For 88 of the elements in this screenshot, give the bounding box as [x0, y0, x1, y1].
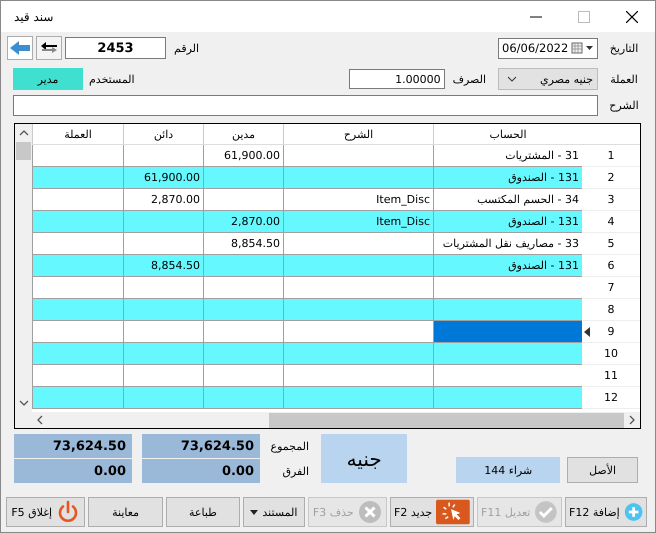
- rate-label: الصرف: [452, 72, 486, 86]
- plus-icon: [624, 500, 643, 524]
- table-cell[interactable]: [123, 299, 203, 321]
- action-button[interactable]: معاينة: [88, 497, 163, 527]
- chevron-down-icon: [507, 76, 517, 82]
- scroll-left-icon[interactable]: [36, 415, 44, 425]
- user-badge: مدير: [13, 68, 83, 90]
- table-cell[interactable]: [203, 387, 283, 409]
- scroll-right-icon[interactable]: [628, 415, 636, 425]
- column-header[interactable]: مدين: [203, 124, 283, 144]
- left-arrow-icon: [9, 40, 31, 56]
- table-cell[interactable]: 131 - الصندوق: [433, 167, 582, 189]
- row-number: 11: [582, 365, 640, 387]
- double-arrow-icon: [39, 41, 59, 55]
- swap-button[interactable]: [36, 36, 62, 60]
- scroll-thumb[interactable]: [16, 142, 31, 160]
- table-cell[interactable]: [123, 343, 203, 365]
- window-title: سند قيد: [14, 10, 54, 24]
- table-cell[interactable]: [203, 299, 283, 321]
- table-cell[interactable]: [433, 343, 582, 365]
- table-cell[interactable]: Item_Disc: [283, 211, 433, 233]
- table-cell[interactable]: [283, 167, 433, 189]
- new-button[interactable]: جديد F2: [390, 497, 474, 527]
- total-amount: 73,624.50: [14, 434, 132, 458]
- power-icon: [56, 500, 80, 524]
- total-amount: 0.00: [14, 459, 132, 483]
- number-label: الرقم: [174, 42, 200, 54]
- table-cell[interactable]: [283, 255, 433, 277]
- date-field[interactable]: 06/06/2022: [498, 38, 598, 58]
- table-cell[interactable]: 131 - الصندوق: [433, 255, 582, 277]
- table-cell[interactable]: [203, 167, 283, 189]
- scroll-down-icon[interactable]: [18, 399, 28, 407]
- table-cell[interactable]: [32, 299, 123, 321]
- table-cell[interactable]: [32, 343, 123, 365]
- currency-box: جنيه: [321, 434, 408, 483]
- table-cell[interactable]: [283, 387, 433, 409]
- table-cell[interactable]: 2,870.00: [203, 211, 283, 233]
- user-label: المستخدم: [89, 72, 135, 86]
- table-cell[interactable]: [433, 387, 582, 409]
- table-cell[interactable]: [203, 255, 283, 277]
- number-field[interactable]: 2453: [65, 37, 166, 59]
- currency-dropdown[interactable]: جنيه مصري: [498, 68, 598, 90]
- row-number: 5: [582, 233, 640, 255]
- table-cell[interactable]: [123, 387, 203, 409]
- description-label: الشرح: [608, 99, 640, 112]
- menu-button[interactable]: المستند: [243, 497, 305, 527]
- action-button[interactable]: طباعة: [166, 497, 240, 527]
- table-cell[interactable]: [283, 299, 433, 321]
- table-cell[interactable]: [32, 167, 123, 189]
- totals-label: المجموع: [270, 440, 310, 452]
- description-field[interactable]: [13, 95, 598, 116]
- column-header[interactable]: الشرح: [283, 124, 433, 144]
- x-circle-icon: [358, 500, 382, 524]
- cursor-click-icon: [436, 499, 470, 525]
- row-number: 3: [582, 189, 640, 211]
- check-icon: [534, 500, 558, 524]
- add-button[interactable]: إضافة F12: [565, 497, 647, 527]
- close-icon[interactable]: [626, 10, 638, 22]
- table-cell[interactable]: [32, 387, 123, 409]
- total-amount: 0.00: [142, 459, 260, 483]
- rate-field[interactable]: 1.00000: [348, 69, 445, 89]
- reference-box: شراء 144: [456, 457, 560, 483]
- caret-icon: [250, 510, 258, 514]
- origin-button[interactable]: الأصل: [567, 457, 638, 483]
- close-button[interactable]: إغلاق F5: [6, 497, 86, 527]
- maximize-icon[interactable]: [578, 10, 590, 22]
- table-cell[interactable]: [32, 211, 123, 233]
- table-cell[interactable]: 61,900.00: [123, 167, 203, 189]
- table-cell[interactable]: [203, 343, 283, 365]
- table-cell[interactable]: 131 - الصندوق: [433, 211, 582, 233]
- table-cell[interactable]: 8,854.50: [123, 255, 203, 277]
- horizontal-scrollbar[interactable]: [32, 412, 640, 428]
- row-number: 1: [582, 145, 640, 167]
- currency-label: العملة: [609, 72, 639, 86]
- table-cell[interactable]: [433, 321, 582, 343]
- row-number: 7: [582, 277, 640, 299]
- total-amount: 73,624.50: [142, 434, 260, 458]
- column-header[interactable]: دائن: [123, 124, 203, 144]
- scroll-thumb[interactable]: [269, 412, 624, 428]
- table-cell[interactable]: [123, 211, 203, 233]
- table-cell[interactable]: [433, 299, 582, 321]
- calendar-dropdown-icon[interactable]: [571, 42, 595, 54]
- totals-label: الفرق: [281, 464, 310, 478]
- column-header[interactable]: الحساب: [433, 124, 582, 144]
- table-cell[interactable]: [283, 343, 433, 365]
- date-label: التاريخ: [608, 42, 640, 54]
- scroll-up-icon[interactable]: [18, 129, 28, 137]
- table-cell[interactable]: [32, 255, 123, 277]
